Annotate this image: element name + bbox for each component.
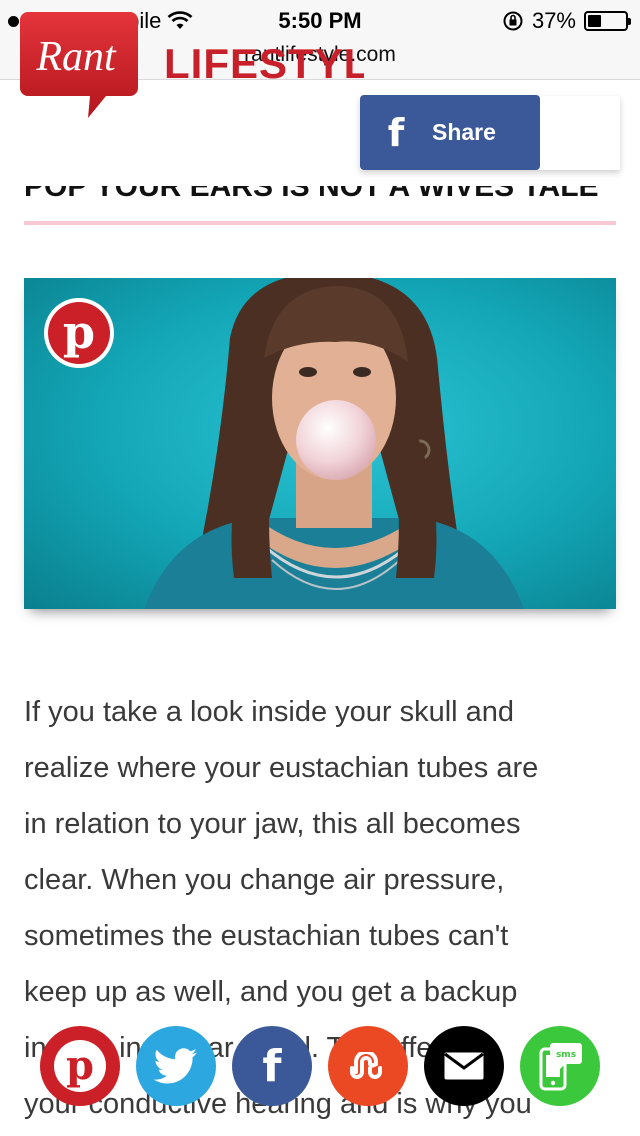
facebook-share-button[interactable]: f Share <box>360 95 540 170</box>
pinterest-icon: p <box>48 302 110 364</box>
battery-percent: 37% <box>531 8 576 33</box>
article-title-text: POP YOUR EARS IS NOT A WIVES TALE <box>24 186 599 203</box>
rant-logo[interactable]: Rant <box>18 8 140 120</box>
article-line: keep up as well, and you get a backup <box>24 976 518 1008</box>
stumbleupon-share-button[interactable] <box>328 1026 408 1106</box>
article-line: realize where your eustachian tubes are <box>24 752 539 784</box>
facebook-icon: f <box>387 110 405 155</box>
stumbleupon-icon <box>350 1052 382 1079</box>
article-line: clear. When you change air pressure, <box>24 864 505 896</box>
logo-text: Rant <box>35 34 117 80</box>
title-divider <box>24 221 616 225</box>
article-line: sometimes the eustachian tubes can't <box>24 920 509 952</box>
envelope-icon <box>444 1052 484 1080</box>
pinterest-share-button[interactable]: p <box>40 1026 120 1106</box>
article-line: If you take a look inside your skull and <box>24 696 515 728</box>
rotation-lock-icon <box>503 11 523 31</box>
pin-it-button[interactable]: p <box>44 298 114 368</box>
facebook-icon: f <box>262 1040 282 1092</box>
social-share-bar: p f sms <box>0 1026 640 1106</box>
article-title: POP YOUR EARS IS NOT A WIVES TALE <box>24 186 616 204</box>
pinterest-icon: p <box>54 1040 106 1092</box>
battery-status: 37% <box>502 8 631 34</box>
hero-image: p <box>24 278 616 609</box>
sms-label: sms <box>556 1050 576 1060</box>
sms-share-button[interactable]: sms <box>520 1026 600 1106</box>
article-line: in relation to your jaw, this all become… <box>24 808 521 840</box>
email-share-button[interactable] <box>424 1026 504 1106</box>
battery-icon <box>584 11 631 31</box>
twitter-share-button[interactable] <box>136 1026 216 1106</box>
site-name: LIFESTYLE <box>164 40 364 87</box>
sms-phone-icon: sms <box>539 1043 582 1091</box>
facebook-share-button-round[interactable]: f <box>232 1026 312 1106</box>
twitter-bird-icon <box>154 1048 197 1084</box>
share-label: Share <box>432 119 496 145</box>
